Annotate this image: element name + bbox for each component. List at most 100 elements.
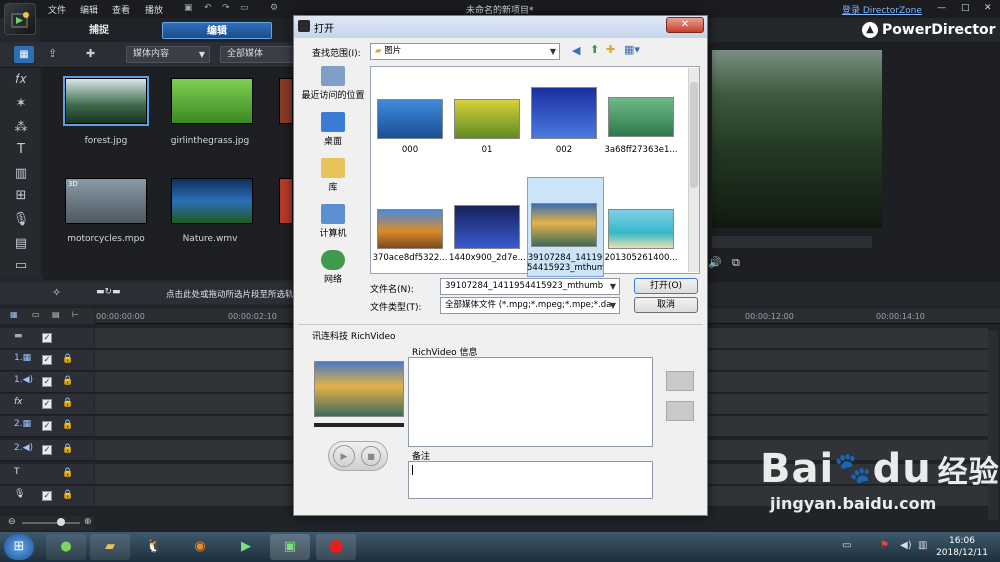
chapter-room-icon[interactable]: ▤ <box>12 236 30 252</box>
place-desktop[interactable]: 桌面 <box>298 112 368 147</box>
filename-input[interactable]: 39107284_1411954415923_mthumb ▼ <box>440 278 620 295</box>
up-folder-icon[interactable]: ⬆ <box>590 43 599 56</box>
audio-mixing-icon[interactable]: ⊞ <box>12 188 30 204</box>
lock-icon[interactable]: 🔒 <box>62 376 73 386</box>
media-thumb-nature[interactable] <box>171 178 253 224</box>
media-thumb-motorcycles[interactable]: 3D <box>65 178 147 224</box>
play-icon[interactable]: ▶ <box>333 445 355 467</box>
tab-capture[interactable]: 捕捉 <box>44 22 154 39</box>
voiceover-icon[interactable]: 🎙 <box>12 212 30 228</box>
cancel-button[interactable]: 取消 <box>634 297 698 313</box>
tab-edit[interactable]: 编辑 <box>162 22 272 39</box>
file-thumb-1440x900[interactable] <box>454 205 520 249</box>
media-room-icon[interactable]: ▦ <box>14 46 34 63</box>
file-thumb-201305[interactable] <box>608 209 674 249</box>
subtitle-room-icon[interactable]: ▭ <box>12 258 30 274</box>
tray-keyboard-icon[interactable]: ▭ <box>842 540 851 551</box>
snapshot-icon[interactable]: ⧉ <box>732 256 740 270</box>
notes-input[interactable] <box>408 461 653 499</box>
place-computer[interactable]: 计算机 <box>298 204 368 239</box>
taskbar-360-icon[interactable]: ● <box>46 534 86 560</box>
open-button[interactable]: 打开(O) <box>634 278 698 294</box>
track-enable-checkbox[interactable]: ✓ <box>42 491 52 501</box>
richvideo-edit-icon[interactable] <box>666 401 694 421</box>
new-folder-icon[interactable]: ✚ <box>606 43 615 56</box>
plugin-icon[interactable]: ✚ <box>86 47 95 60</box>
view-menu-icon[interactable]: ▦▾ <box>624 43 640 56</box>
redo-icon[interactable]: ↷ <box>222 3 230 13</box>
track-enable-checkbox[interactable]: ✓ <box>42 399 52 409</box>
richvideo-info-box[interactable] <box>408 357 653 447</box>
track-enable-checkbox[interactable]: ✓ <box>42 421 52 431</box>
scrollbar-thumb[interactable] <box>690 82 698 188</box>
pip-room-icon[interactable]: ✶ <box>12 96 30 112</box>
storyboard-view-icon[interactable]: ▭ <box>32 310 40 319</box>
import-media-icon[interactable]: ⇪ <box>48 47 57 60</box>
track-enable-checkbox[interactable]: ✓ <box>42 355 52 365</box>
place-libraries[interactable]: 库 <box>298 158 368 193</box>
track-manager-icon[interactable]: ▤ <box>52 310 60 319</box>
lock-icon[interactable]: 🔒 <box>62 420 73 430</box>
menu-file[interactable]: 文件 <box>48 3 66 16</box>
lock-icon[interactable]: 🔒 <box>62 398 73 408</box>
taskbar-powerdirector-icon[interactable]: ▣ <box>270 534 310 560</box>
file-list-scrollbar[interactable] <box>688 68 699 272</box>
dialog-close-button[interactable]: ✕ <box>666 17 704 33</box>
menu-edit[interactable]: 编辑 <box>80 3 98 16</box>
taskbar-explorer-icon[interactable]: ▰ <box>90 534 130 560</box>
zoom-slider-knob[interactable] <box>57 518 65 526</box>
lock-icon[interactable]: 🔒 <box>62 490 73 500</box>
directorzone-login-link[interactable]: 登录 DirectorZone <box>842 3 922 16</box>
maximize-button[interactable]: □ <box>961 3 970 13</box>
minimize-button[interactable]: — <box>937 3 946 13</box>
filetype-dropdown[interactable]: 全部媒体文件 (*.mpg;*.mpeg;*.mpe;*.da ▼ <box>440 297 620 314</box>
look-in-dropdown[interactable]: ▰ 图片 ▼ <box>370 43 560 60</box>
settings-gear-icon[interactable]: ⚙ <box>270 3 278 13</box>
file-thumb-000[interactable] <box>377 99 443 139</box>
menu-play[interactable]: 播放 <box>145 3 163 16</box>
taskbar-record-icon[interactable]: ⬤ <box>316 534 356 560</box>
aspect-ratio-icon[interactable]: ▭ <box>240 3 249 13</box>
tray-volume-icon[interactable]: ◀) <box>900 540 912 551</box>
transition-room-icon[interactable]: ▥ <box>12 166 30 182</box>
media-thumb-partial[interactable] <box>279 78 293 124</box>
track-enable-checkbox[interactable]: ✓ <box>42 445 52 455</box>
title-room-icon[interactable]: T <box>12 142 30 158</box>
lock-icon[interactable]: 🔒 <box>62 468 73 478</box>
start-button[interactable]: ⊞ <box>4 534 34 560</box>
back-icon[interactable]: ◀ <box>572 44 580 57</box>
file-thumb-3a68ff[interactable] <box>608 97 674 137</box>
storyboard-icon[interactable]: ▬↻▬ <box>96 287 121 297</box>
file-thumb-39107284[interactable] <box>531 203 597 247</box>
zoom-out-icon[interactable]: ⊖ <box>8 517 16 527</box>
magic-wand-icon[interactable]: ✧ <box>52 286 61 299</box>
dialog-title-bar[interactable]: 打开 ✕ <box>294 16 707 38</box>
media-thumb-partial-2[interactable] <box>279 178 293 224</box>
taskbar-clock[interactable]: 16:06 2018/12/11 <box>934 535 990 559</box>
menu-view[interactable]: 查看 <box>112 3 130 16</box>
media-thumb-girlinthegrass[interactable] <box>171 78 253 124</box>
file-thumb-01[interactable] <box>454 99 520 139</box>
track-enable-checkbox[interactable]: ✓ <box>42 333 52 343</box>
media-thumb-forest[interactable] <box>65 78 147 124</box>
place-recent[interactable]: 最近访问的位置 <box>298 66 368 101</box>
save-icon[interactable]: ▣ <box>184 3 193 13</box>
tray-flag-icon[interactable]: ⚑ <box>880 540 889 551</box>
volume-icon[interactable]: 🔊 <box>708 256 722 269</box>
taskbar-qq-icon[interactable]: 🐧 <box>134 534 174 560</box>
timeline-view-icon[interactable]: ▦ <box>10 310 18 319</box>
preview-timeline-bar[interactable] <box>712 236 872 248</box>
taskbar-firefox-icon[interactable]: ◉ <box>180 534 220 560</box>
place-network[interactable]: 网络 <box>298 250 368 285</box>
snap-icon[interactable]: ⊢ <box>72 310 79 319</box>
richvideo-seek-bar[interactable] <box>314 423 404 427</box>
taskbar-director-icon[interactable]: ▶ <box>226 534 266 560</box>
fx-room-icon[interactable]: 𝑓𝑥 <box>12 72 30 88</box>
lock-icon[interactable]: 🔒 <box>62 444 73 454</box>
particle-room-icon[interactable]: ⁂ <box>12 120 30 136</box>
file-thumb-002[interactable] <box>531 87 597 139</box>
tray-network-icon[interactable]: ▥ <box>918 540 927 551</box>
zoom-in-icon[interactable]: ⊕ <box>84 517 92 527</box>
stop-icon[interactable]: ■ <box>361 446 381 466</box>
all-media-dropdown[interactable]: 全部媒体 <box>220 46 300 63</box>
